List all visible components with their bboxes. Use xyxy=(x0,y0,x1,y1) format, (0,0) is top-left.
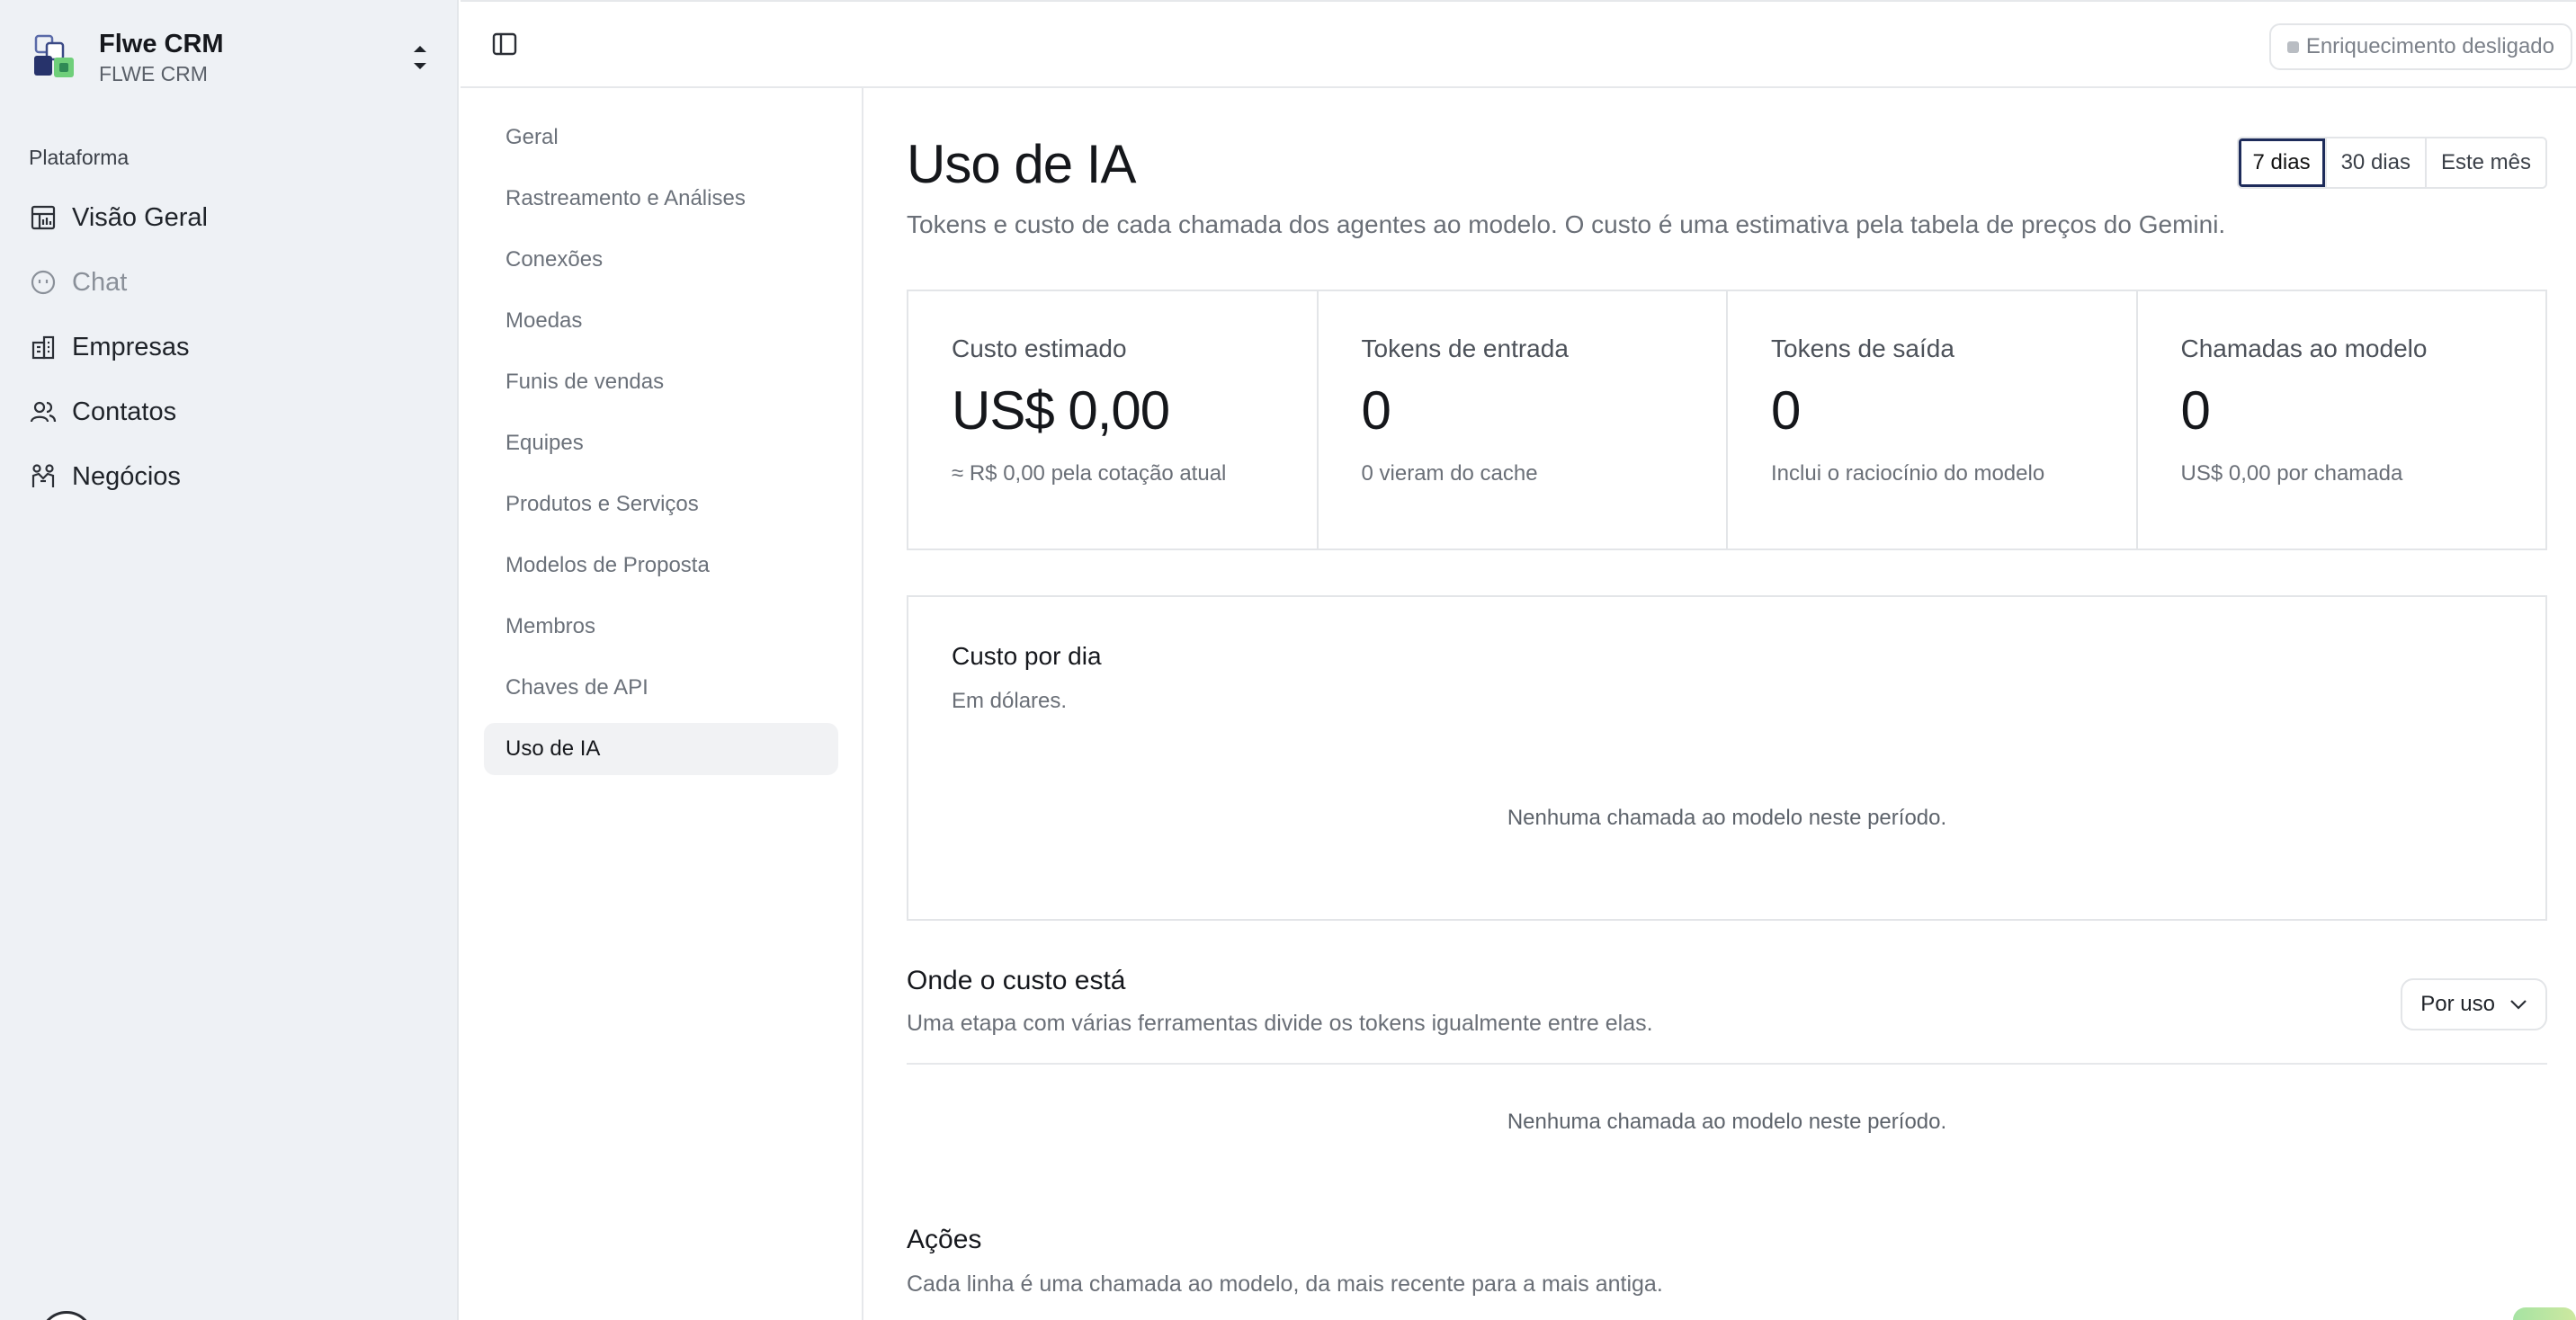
settings-nav-geral[interactable]: Geral xyxy=(484,111,838,164)
status-dot-icon xyxy=(2286,40,2299,53)
daily-cost-empty-state: Nenhuma chamada ao modelo neste período. xyxy=(1507,806,1947,830)
settings-nav-modelos[interactable]: Modelos de Proposta xyxy=(484,540,838,592)
stat-note: 0 vieram do cache xyxy=(1361,461,1538,486)
sidebar-item-label: Empresas xyxy=(72,332,190,361)
org-switcher[interactable]: Flwe CRM FLWE CRM xyxy=(29,22,434,94)
org-subtitle: FLWE CRM xyxy=(99,62,208,85)
app-root: Flwe CRM FLWE CRM Plataforma Visão Geral… xyxy=(0,0,2576,1320)
page-description: Tokens e custo de cada chamada dos agent… xyxy=(907,210,2226,238)
cost-breakdown-title: Onde o custo está xyxy=(907,966,1126,995)
daily-cost-subtitle: Em dólares. xyxy=(952,689,1068,713)
chat-icon xyxy=(29,268,58,297)
dashboard-icon xyxy=(29,203,58,232)
range-this-month-button[interactable]: Este mês xyxy=(2424,138,2545,187)
enrichment-status-label: Enriquecimento desligado xyxy=(2305,34,2554,58)
users-icon xyxy=(29,397,58,426)
divider xyxy=(907,1063,2547,1065)
sidebar-item-label: Contatos xyxy=(72,397,177,426)
date-range-selector: 7 dias 30 dias Este mês xyxy=(2236,137,2547,189)
enrichment-status-badge[interactable]: Enriquecimento desligado xyxy=(2268,23,2572,70)
stat-value: US$ 0,00 xyxy=(952,380,1170,441)
settings-nav-conexoes[interactable]: Conexões xyxy=(484,234,838,286)
sidebar: Flwe CRM FLWE CRM Plataforma Visão Geral… xyxy=(0,0,459,1320)
sidebar-item-label: Chat xyxy=(72,267,128,297)
sidebar-item-empresas[interactable]: Empresas xyxy=(14,315,444,379)
settings-nav-rastreamento[interactable]: Rastreamento e Análises xyxy=(484,173,838,225)
sidebar-toggle-button[interactable] xyxy=(487,29,522,63)
stat-label: Custo estimado xyxy=(952,334,1127,362)
stat-value: 0 xyxy=(1771,380,1801,441)
handshake-icon xyxy=(29,462,58,491)
stat-value: 0 xyxy=(1361,380,1391,441)
org-logo xyxy=(29,31,83,85)
cost-breakdown-subtitle: Uma etapa com várias ferramentas divide … xyxy=(907,1011,1653,1036)
page-title: Uso de IA xyxy=(907,134,1136,194)
sidebar-item-visao-geral[interactable]: Visão Geral xyxy=(14,185,444,250)
sidebar-item-contatos[interactable]: Contatos xyxy=(14,379,444,444)
range-30-days-button[interactable]: 30 dias xyxy=(2324,138,2425,187)
sidebar-item-chat[interactable]: Chat xyxy=(14,250,444,315)
settings-nav-produtos[interactable]: Produtos e Serviços xyxy=(484,478,838,531)
stat-card: Chamadas ao modelo 0 US$ 0,00 por chamad… xyxy=(2135,291,2546,549)
chevron-down-icon xyxy=(2509,999,2527,1010)
settings-nav-membros[interactable]: Membros xyxy=(484,601,838,653)
stat-label: Chamadas ao modelo xyxy=(2180,334,2428,362)
settings-nav-uso-ia[interactable]: Uso de IA xyxy=(484,723,838,775)
main-nav: Visão Geral Chat Empresas Contatos Negóc… xyxy=(14,185,444,509)
sidebar-item-label: Visão Geral xyxy=(72,202,208,232)
panel-left-icon xyxy=(491,31,518,62)
settings-nav-moedas[interactable]: Moedas xyxy=(484,295,838,347)
daily-cost-title: Custo por dia xyxy=(952,642,1102,670)
sidebar-item-negocios[interactable]: Negócios xyxy=(14,444,444,509)
building-icon xyxy=(29,333,58,361)
top-bar: Enriquecimento desligado xyxy=(461,0,2576,88)
cost-breakdown-empty-state: Nenhuma chamada ao modelo neste período. xyxy=(1507,1110,1947,1134)
org-name: Flwe CRM xyxy=(99,30,224,58)
stat-note: Inclui o raciocínio do modelo xyxy=(1771,461,2045,486)
help-widget-button[interactable] xyxy=(2513,1307,2576,1320)
range-7-days-button[interactable]: 7 dias xyxy=(2238,138,2325,187)
stat-card: Custo estimado US$ 0,00 ≈ R$ 0,00 pela c… xyxy=(908,291,1317,549)
group-by-value: Por uso xyxy=(2420,992,2495,1016)
stat-card: Tokens de saída 0 Inclui o raciocínio do… xyxy=(1726,291,2136,549)
stat-label: Tokens de entrada xyxy=(1361,334,1569,362)
stat-label: Tokens de saída xyxy=(1771,334,1954,362)
daily-cost-card: Custo por dia Em dólares. Nenhuma chamad… xyxy=(907,595,2547,921)
stat-card: Tokens de entrada 0 0 vieram do cache xyxy=(1316,291,1727,549)
chevron-up-down-icon xyxy=(407,35,434,80)
sidebar-item-label: Negócios xyxy=(72,461,181,491)
stat-note: ≈ R$ 0,00 pela cotação atual xyxy=(952,461,1227,486)
actions-subtitle: Cada linha é uma chamada ao modelo, da m… xyxy=(907,1271,1663,1297)
stat-value: 0 xyxy=(2180,380,2211,441)
settings-nav-chaves-api[interactable]: Chaves de API xyxy=(484,662,838,714)
settings-nav-funis[interactable]: Funis de vendas xyxy=(484,356,838,408)
group-by-select[interactable]: Por uso xyxy=(2401,978,2547,1030)
stat-note: US$ 0,00 por chamada xyxy=(2180,461,2403,486)
settings-nav: Geral Rastreamento e Análises Conexões M… xyxy=(461,88,863,1320)
nav-section-title: Plataforma xyxy=(29,146,130,169)
settings-nav-equipes[interactable]: Equipes xyxy=(484,417,838,469)
avatar[interactable] xyxy=(40,1311,94,1320)
actions-title: Ações xyxy=(907,1225,982,1254)
stats-row: Custo estimado US$ 0,00 ≈ R$ 0,00 pela c… xyxy=(907,290,2547,550)
